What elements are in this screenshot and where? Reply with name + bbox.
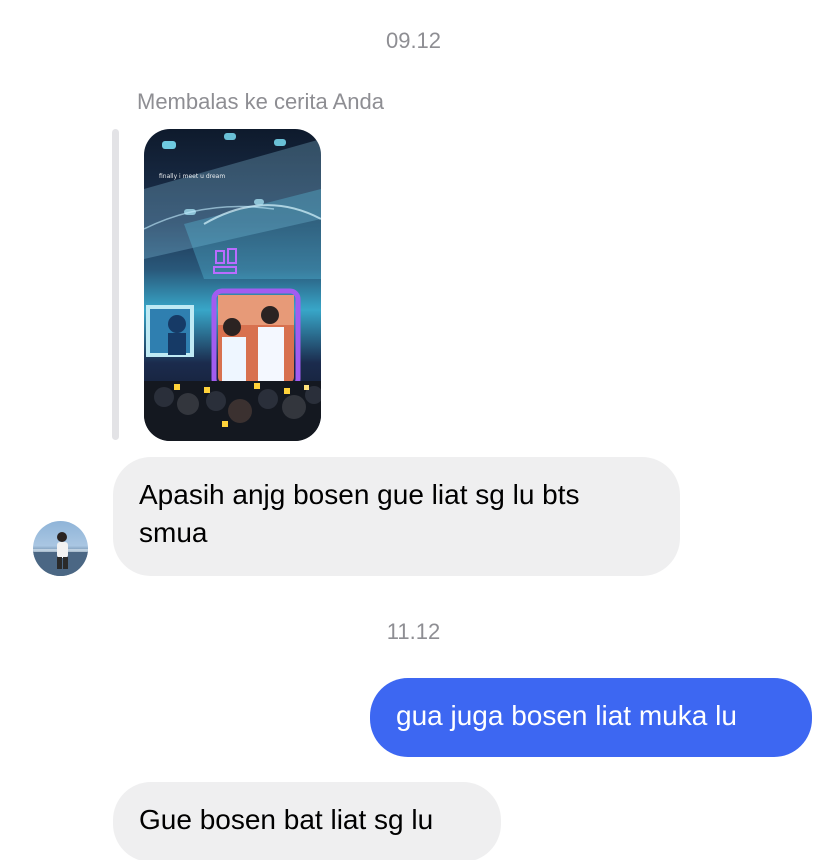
date-separator: 11.12 [386, 619, 441, 644]
received-message-bubble[interactable]: Gue bosen bat liat sg lu [113, 782, 501, 860]
received-message-bubble[interactable]: Apasih anjg bosen gue liat sg lu bts smu… [113, 457, 680, 576]
contact-avatar[interactable] [33, 521, 88, 576]
chat-thread: 09.12 Membalas ke cerita Anda finally i … [0, 0, 827, 860]
concert-scene-image: finally i meet u dream [144, 133, 321, 441]
sent-message-bubble[interactable]: gua juga bosen liat muka lu [370, 678, 812, 757]
person-avatar-icon [33, 532, 88, 576]
reply-quote-bar [112, 129, 119, 440]
story-thumbnail[interactable]: finally i meet u dream [144, 129, 321, 441]
date-separator: 09.12 [385, 28, 442, 53]
story-caption: finally i meet u dream [159, 173, 225, 180]
story-reply-label: Membalas ke cerita Anda [137, 89, 385, 114]
